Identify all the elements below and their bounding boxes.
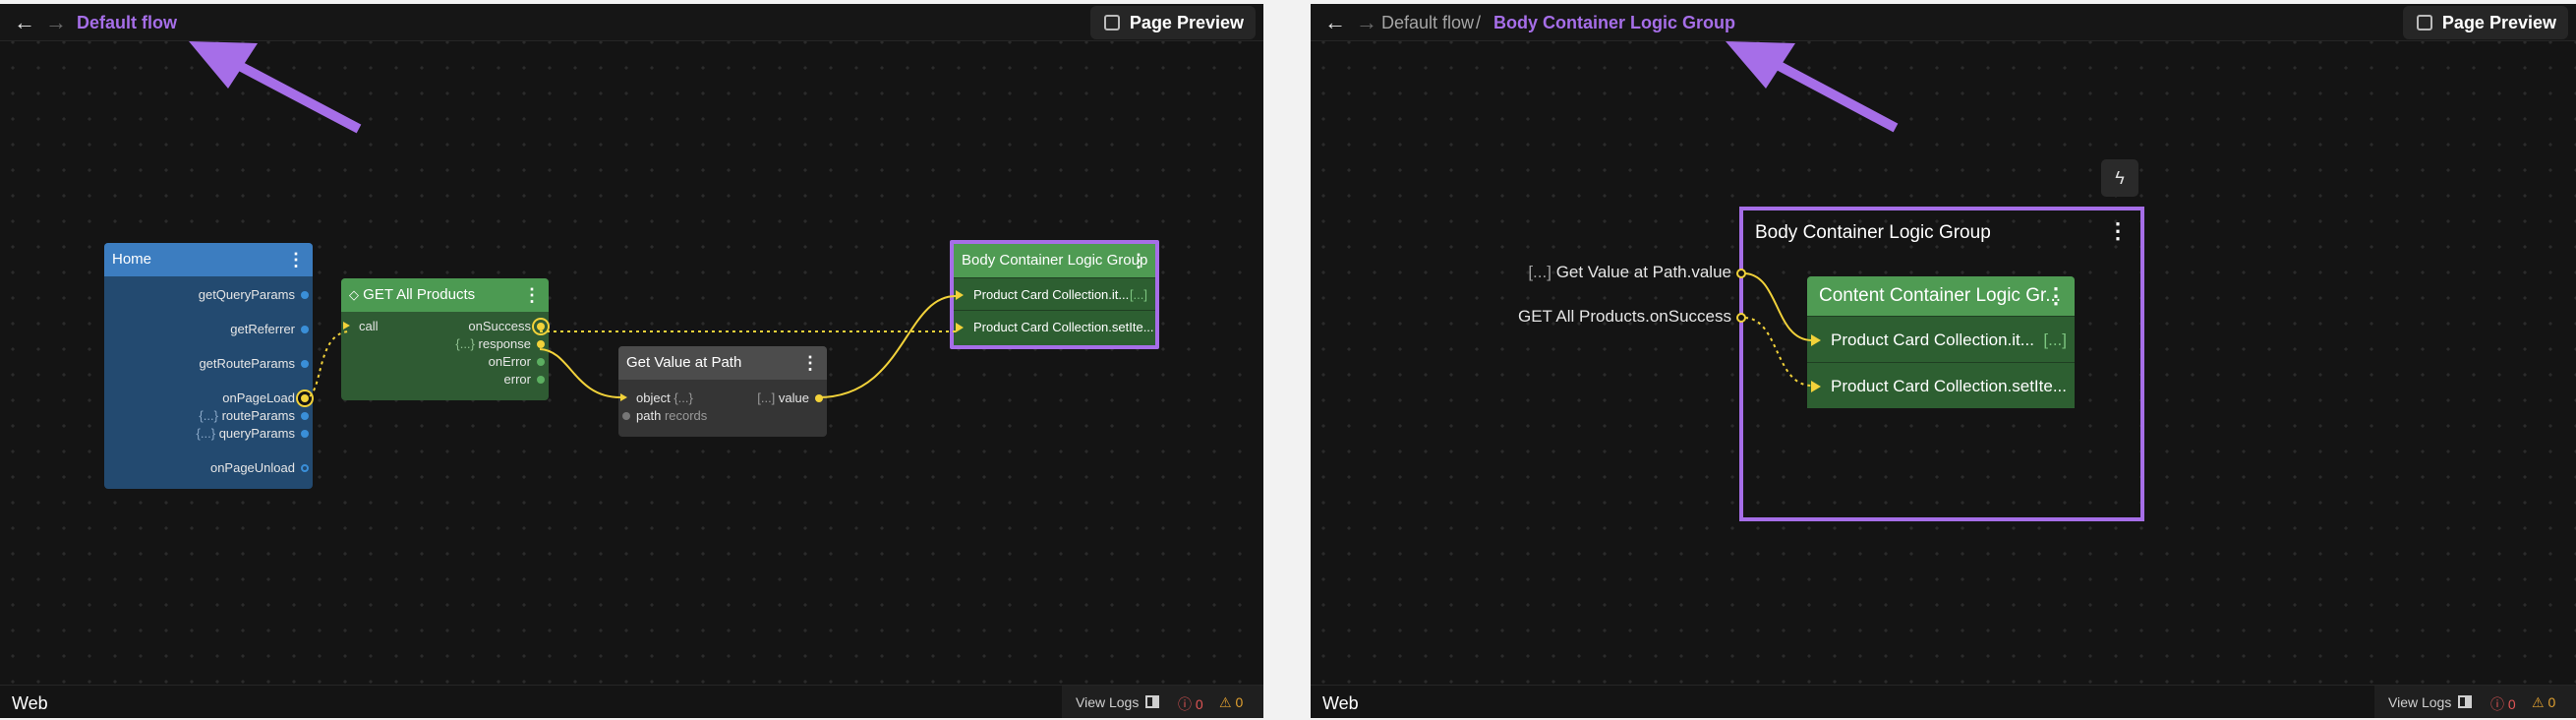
- logs-area: View Logs ⓘ 0 ⚠ 0: [2374, 686, 2576, 718]
- breadcrumb-default-flow[interactable]: Default flow: [1381, 12, 1474, 33]
- panel-icon[interactable]: [2458, 695, 2472, 708]
- panel-icon[interactable]: [1145, 695, 1159, 708]
- error-count[interactable]: ⓘ 0: [1178, 694, 1203, 714]
- environment-label: Web: [1322, 693, 1359, 713]
- environment-label: Web: [12, 693, 48, 713]
- port-label: Product Card Collection.setIte...: [1831, 377, 2068, 395]
- page-preview-label: Page Preview: [2441, 13, 2556, 32]
- node-title: Content Container Logic Gr...: [1819, 285, 2062, 306]
- gap-marker: [...]: [2043, 330, 2067, 349]
- view-logs-button[interactable]: View Logs: [2388, 694, 2451, 710]
- top-bar: ← → Default flow / Body Container Logic …: [1311, 4, 2576, 41]
- kebab-icon[interactable]: ⋮: [2045, 276, 2067, 316]
- error-icon: ⓘ: [1178, 696, 1192, 712]
- warning-icon: ⚠: [2532, 694, 2545, 710]
- warning-icon: ⚠: [1219, 694, 1232, 710]
- flash-button[interactable]: ϟ: [2101, 159, 2138, 197]
- annotation-arrow-icon: [189, 41, 362, 134]
- forward-arrow-icon[interactable]: →: [1356, 12, 1377, 33]
- breadcrumb-separator: /: [1476, 13, 1482, 32]
- page-preview-button[interactable]: Page Preview: [2402, 6, 2568, 39]
- bottom-bar: Web View Logs ⓘ 0 ⚠ 0: [0, 685, 1263, 718]
- connection-onpageload-call[interactable]: [303, 330, 350, 400]
- flash-icon: ϟ: [2115, 168, 2125, 188]
- bottom-bar: Web View Logs ⓘ 0 ⚠ 0: [1311, 685, 2576, 718]
- input-arrow-icon[interactable]: [1811, 334, 1821, 346]
- connections-layer: [189, 41, 957, 400]
- content-container-logic-group-node[interactable]: Content Container Logic Gr... ⋮ Product …: [1807, 276, 2075, 408]
- port-product-card-set-items[interactable]: Product Card Collection.setIte...: [1807, 362, 2075, 408]
- port-label: Product Card Collection.it...: [1831, 330, 2034, 349]
- error-icon: ⓘ: [2490, 696, 2504, 712]
- breadcrumb-body-container[interactable]: Body Container Logic Group: [1493, 12, 1735, 33]
- external-input-value: [...] Get Value at Path.value: [1528, 263, 1731, 282]
- view-logs-button[interactable]: View Logs: [1076, 694, 1139, 710]
- error-count-value: 0: [2507, 696, 2516, 712]
- warning-count-value: 0: [1235, 694, 1244, 710]
- flow-canvas-panel-main[interactable]: ← → Default flow Page Preview Home ⋮ get…: [0, 4, 1263, 718]
- external-input-onsuccess: GET All Products.onSuccess: [1518, 307, 1731, 327]
- group-title: Body Container Logic Group: [1755, 222, 1991, 243]
- warning-count[interactable]: ⚠ 0: [1219, 694, 1243, 711]
- warning-count[interactable]: ⚠ 0: [2532, 694, 2555, 711]
- error-count-value: 0: [1195, 696, 1203, 712]
- preview-icon: [2416, 15, 2432, 30]
- external-input-label: GET All Products.onSuccess: [1517, 307, 1731, 326]
- gap-marker: [...]: [1528, 263, 1551, 281]
- connection-value-items[interactable]: [817, 295, 957, 398]
- warning-count-value: 0: [2547, 694, 2556, 710]
- connection-response-object[interactable]: [539, 348, 621, 398]
- node-header[interactable]: Content Container Logic Gr... ⋮: [1807, 276, 2075, 316]
- logs-area: View Logs ⓘ 0 ⚠ 0: [1062, 686, 1263, 718]
- port-product-card-items[interactable]: Product Card Collection.it... [...]: [1807, 316, 2075, 362]
- input-arrow-icon[interactable]: [1811, 381, 1821, 392]
- kebab-icon[interactable]: ⋮: [2107, 218, 2129, 244]
- error-count[interactable]: ⓘ 0: [2490, 694, 2516, 714]
- external-input-label: Get Value at Path.value: [1555, 263, 1731, 281]
- back-arrow-icon[interactable]: ←: [1324, 12, 1346, 33]
